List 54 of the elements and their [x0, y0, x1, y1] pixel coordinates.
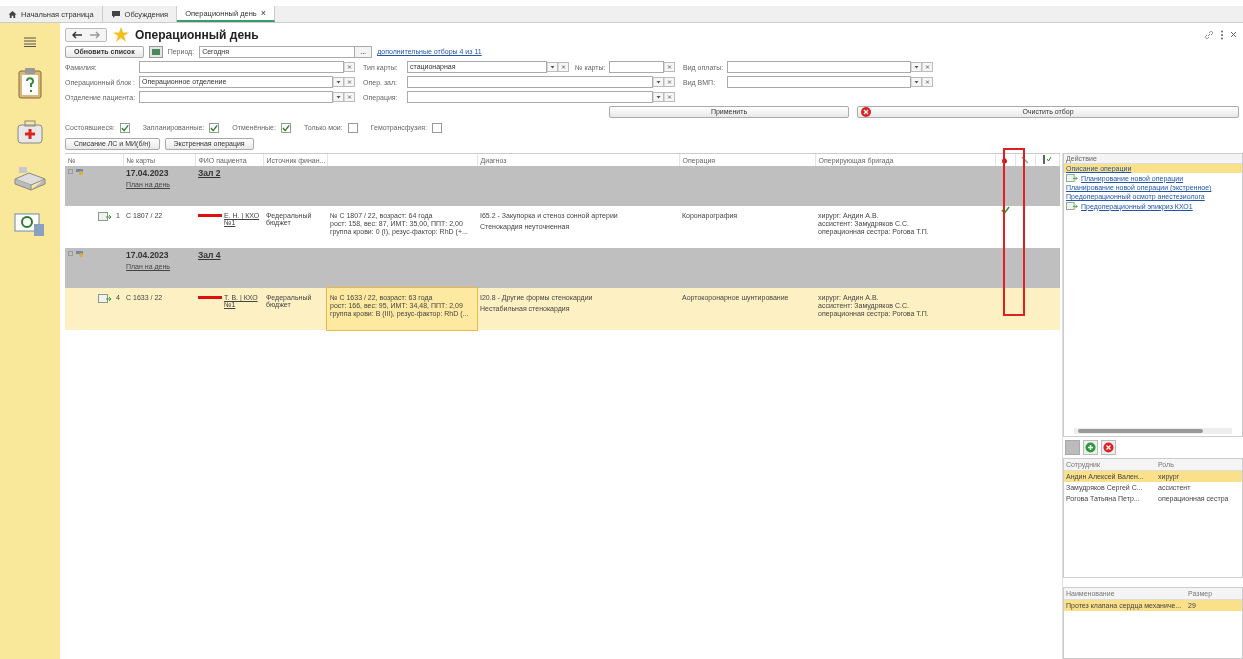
group-icon [68, 170, 84, 177]
add-icon[interactable] [1083, 440, 1098, 455]
checkbox[interactable] [280, 122, 291, 133]
input-field[interactable] [139, 61, 344, 73]
redaction-mark [198, 214, 222, 217]
scrollbar[interactable] [1074, 428, 1232, 434]
checkbox[interactable] [209, 122, 220, 133]
redaction-mark [198, 296, 222, 299]
input-field[interactable] [727, 61, 911, 73]
dropdown-icon[interactable] [911, 62, 922, 72]
input-field[interactable] [407, 91, 653, 103]
input-field[interactable] [609, 61, 664, 73]
navigation-buttons[interactable] [65, 27, 107, 42]
group-date: 17.04.2023 [126, 250, 170, 260]
group-icon [68, 252, 84, 259]
dropdown-icon[interactable] [333, 77, 344, 87]
checkbox[interactable] [347, 122, 358, 133]
checkbox[interactable] [119, 122, 130, 133]
syringe-icon[interactable] [1021, 155, 1029, 164]
dropdown-icon[interactable] [653, 92, 664, 102]
input-field[interactable] [407, 76, 653, 88]
document-arrow-icon [98, 212, 113, 221]
clear-icon[interactable] [664, 62, 675, 72]
input-field[interactable] [727, 76, 911, 88]
dropdown-icon[interactable] [911, 77, 922, 87]
table-row[interactable] [65, 288, 1060, 330]
dropdown-icon[interactable] [547, 62, 558, 72]
clipboard-question-icon[interactable] [17, 67, 43, 99]
dropdown-icon[interactable] [333, 92, 344, 102]
dropdown-icon[interactable] [653, 77, 664, 87]
room-link[interactable]: Зал 2 [198, 168, 221, 178]
home-icon [8, 9, 17, 19]
clear-icon[interactable] [344, 62, 355, 72]
email-icon[interactable] [14, 211, 46, 237]
clear-icon [861, 107, 871, 117]
back-arrow-icon[interactable] [71, 30, 83, 39]
speech-bubble-icon [110, 9, 121, 19]
person-check-icon[interactable] [1041, 155, 1054, 164]
form-title: Операционный день [135, 27, 259, 42]
room-link[interactable]: Зал 4 [198, 250, 221, 260]
medical-kit-icon[interactable] [16, 119, 44, 145]
document-arrow-icon [98, 294, 113, 303]
bed-icon[interactable] [13, 165, 47, 191]
delete-icon[interactable] [1101, 440, 1116, 455]
more-options-icon[interactable] [1220, 29, 1224, 40]
calendar-icon[interactable] [148, 45, 163, 58]
link-icon[interactable] [1204, 29, 1214, 40]
checkbox[interactable] [431, 122, 442, 133]
forward-arrow-icon[interactable] [89, 30, 101, 39]
star-icon[interactable] [113, 27, 129, 42]
close-icon[interactable] [1230, 31, 1237, 38]
input-field[interactable] [139, 91, 333, 103]
group-date: 17.04.2023 [126, 168, 170, 178]
menu-icon[interactable] [24, 37, 36, 47]
